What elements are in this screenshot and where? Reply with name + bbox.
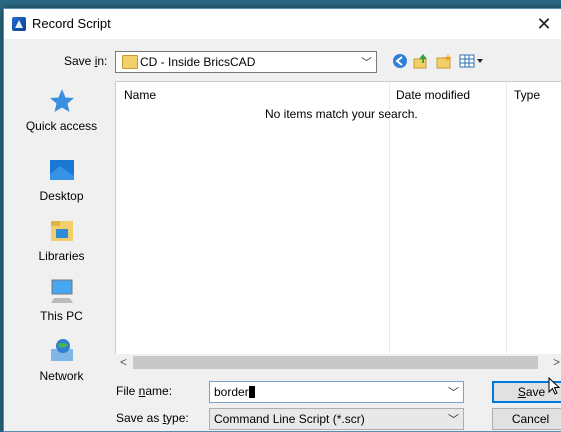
save-as-type-value: Command Line Script (*.scr): [214, 412, 365, 426]
network-icon: [48, 337, 76, 365]
bricscad-app-icon: [12, 17, 26, 31]
sidebar-item-this-pc[interactable]: This PC: [14, 277, 109, 323]
chevron-down-icon: ﹀: [361, 57, 372, 69]
places-sidebar: Quick access Desktop Libraries This PC N…: [14, 81, 109, 399]
scroll-thumb[interactable]: [133, 356, 538, 369]
sidebar-item-desktop[interactable]: Desktop: [14, 157, 109, 203]
empty-message: No items match your search.: [265, 107, 418, 121]
title-bar: Record Script ✕: [4, 9, 561, 39]
sidebar-item-network[interactable]: Network: [14, 337, 109, 383]
up-folder-icon[interactable]: [413, 53, 429, 69]
save-as-type-dropdown[interactable]: Command Line Script (*.scr) ﹀: [209, 408, 464, 430]
back-icon[interactable]: [392, 53, 408, 69]
computer-icon: [48, 277, 76, 305]
column-divider: [389, 82, 390, 354]
libraries-icon: [48, 217, 76, 245]
file-list[interactable]: Name Date modified Type No items match y…: [115, 81, 561, 371]
file-name-label: File name:: [116, 384, 173, 398]
column-header-date-modified[interactable]: Date modified: [396, 88, 470, 102]
chevron-down-icon[interactable]: ﹀: [448, 384, 459, 400]
folder-icon: [122, 55, 138, 69]
cancel-button[interactable]: Cancel: [492, 408, 561, 430]
file-name-input[interactable]: border ﹀: [209, 381, 464, 403]
column-divider: [506, 82, 507, 354]
sidebar-item-libraries[interactable]: Libraries: [14, 217, 109, 263]
save-in-label: Save in:: [64, 54, 108, 68]
text-cursor: [248, 386, 255, 398]
sidebar-item-label: Network: [39, 369, 84, 383]
sidebar-item-label: Quick access: [25, 119, 98, 133]
window-title: Record Script: [32, 16, 111, 31]
save-in-value: CD - Inside BricsCAD: [140, 55, 256, 69]
sidebar-item-label: This PC: [40, 309, 83, 323]
save-in-dropdown[interactable]: CD - Inside BricsCAD ﹀: [115, 51, 377, 73]
column-header-name[interactable]: Name: [124, 88, 156, 102]
scroll-left-icon[interactable]: <: [120, 355, 127, 369]
mouse-cursor-icon: [548, 377, 560, 395]
column-header-type[interactable]: Type: [514, 88, 540, 102]
scroll-right-icon[interactable]: >: [553, 355, 560, 369]
save-as-type-label: Save as type:: [116, 411, 189, 425]
file-name-value: border: [214, 385, 255, 399]
view-menu-icon[interactable]: [459, 53, 485, 69]
sidebar-item-quick-access[interactable]: Quick access: [14, 87, 109, 133]
close-button[interactable]: ✕: [524, 9, 561, 39]
star-icon: [48, 87, 76, 115]
horizontal-scrollbar[interactable]: < >: [115, 354, 561, 371]
desktop-icon: [48, 157, 76, 185]
sidebar-item-label: Desktop: [39, 189, 84, 203]
sidebar-item-label: Libraries: [38, 249, 85, 263]
record-script-dialog: Record Script ✕ Save in: CD - Inside Bri…: [3, 8, 561, 432]
new-folder-icon[interactable]: [436, 53, 452, 69]
chevron-down-icon: ﹀: [448, 414, 459, 426]
